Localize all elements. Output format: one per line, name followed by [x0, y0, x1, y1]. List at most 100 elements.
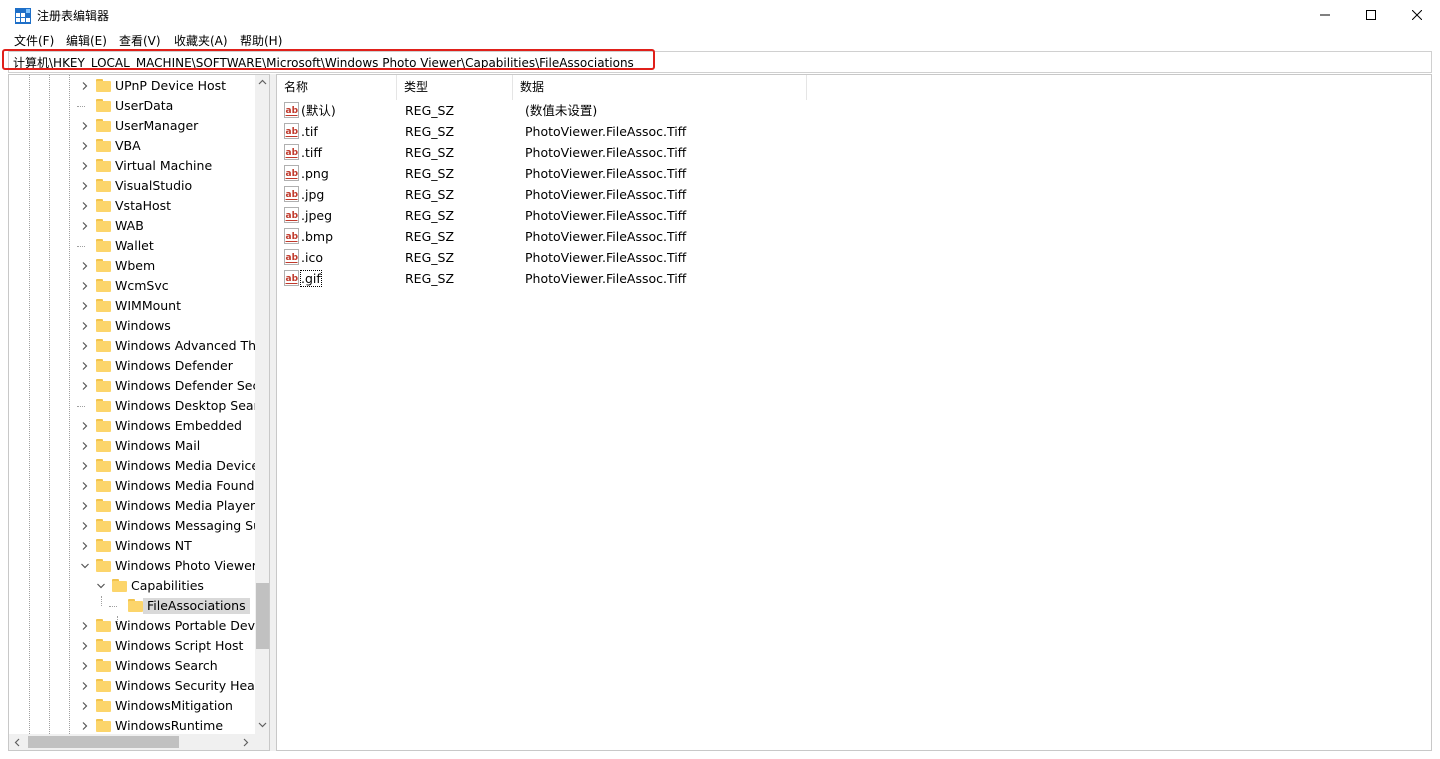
menu-view[interactable]: 查看(V)	[119, 33, 161, 49]
tree-item[interactable]: Windows Embedded	[9, 416, 255, 436]
tree-item-label[interactable]: WindowsMitigation	[115, 698, 233, 714]
tree-item[interactable]: Windows NT	[9, 536, 255, 556]
chevron-right-icon[interactable]	[81, 462, 89, 470]
scroll-up-icon[interactable]	[258, 78, 267, 87]
value-row[interactable]: ab .tif REG_SZ PhotoViewer.FileAssoc.Tiff	[277, 121, 1427, 142]
tree-item-label[interactable]: Windows Script Host	[115, 638, 243, 654]
chevron-right-icon[interactable]	[81, 182, 89, 190]
tree-item-label[interactable]: Windows Advanced Thre	[115, 338, 255, 354]
tree-item-label[interactable]: Windows Defender	[115, 358, 233, 374]
tree-item-label[interactable]: Windows Media Device	[115, 458, 255, 474]
tree-item[interactable]: UPnP Device Host	[9, 76, 255, 96]
chevron-right-icon[interactable]	[81, 622, 89, 630]
menu-edit[interactable]: 编辑(E)	[66, 33, 107, 49]
value-name[interactable]: .jpg	[301, 187, 324, 202]
tree-item-label[interactable]: WcmSvc	[115, 278, 169, 294]
tree-item-label[interactable]: UPnP Device Host	[115, 78, 226, 94]
tree-item[interactable]: Windows Photo Viewer	[9, 556, 255, 576]
scroll-left-icon[interactable]	[13, 738, 22, 747]
value-row[interactable]: ab .ico REG_SZ PhotoViewer.FileAssoc.Tiff	[277, 247, 1427, 268]
tree-item-label[interactable]: WIMMount	[115, 298, 181, 314]
chevron-right-icon[interactable]	[81, 522, 89, 530]
value-row[interactable]: ab .jpg REG_SZ PhotoViewer.FileAssoc.Tiff	[277, 184, 1427, 205]
chevron-right-icon[interactable]	[81, 302, 89, 310]
tree-item-label[interactable]: Windows Media Founda	[115, 478, 255, 494]
chevron-right-icon[interactable]	[81, 702, 89, 710]
column-header-data[interactable]: 数据	[513, 75, 807, 100]
tree-item-label[interactable]: Windows Desktop Searc	[115, 398, 255, 414]
chevron-right-icon[interactable]	[81, 322, 89, 330]
value-row[interactable]: ab .png REG_SZ PhotoViewer.FileAssoc.Tiff	[277, 163, 1427, 184]
tree-item[interactable]: Virtual Machine	[9, 156, 255, 176]
chevron-right-icon[interactable]	[81, 482, 89, 490]
tree-item[interactable]: Windows Script Host	[9, 636, 255, 656]
value-name[interactable]: .bmp	[301, 229, 333, 244]
chevron-right-icon[interactable]	[81, 122, 89, 130]
tree-item[interactable]: WIMMount	[9, 296, 255, 316]
tree-item-label[interactable]: UserManager	[115, 118, 198, 134]
value-row[interactable]: ab .tiff REG_SZ PhotoViewer.FileAssoc.Tiff	[277, 142, 1427, 163]
tree-item[interactable]: WindowsMitigation	[9, 696, 255, 716]
tree-item-label[interactable]: WAB	[115, 218, 144, 234]
key-tree-pane[interactable]: UPnP Device Host UserData UserManager VBA Vi…	[8, 74, 270, 751]
values-list-pane[interactable]: 名称 类型 数据 ab (默认) REG_SZ (数值未设置) ab .tif REG_SZ…	[276, 74, 1432, 751]
value-row[interactable]: ab .gif REG_SZ PhotoViewer.FileAssoc.Tiff	[277, 268, 1427, 289]
chevron-right-icon[interactable]	[81, 442, 89, 450]
tree-item-label[interactable]: Wallet	[115, 238, 154, 254]
tree-item[interactable]: VstaHost	[9, 196, 255, 216]
tree-item[interactable]: Windows Media Player I	[9, 496, 255, 516]
tree-item-label[interactable]: Windows Messaging Su	[115, 518, 255, 534]
tree-item-label[interactable]: Virtual Machine	[115, 158, 212, 174]
tree-item[interactable]: Windows Portable Devic	[9, 616, 255, 636]
chevron-right-icon[interactable]	[81, 542, 89, 550]
value-name[interactable]: .png	[301, 166, 329, 181]
tree-item-label[interactable]: Windows Photo Viewer	[115, 558, 255, 574]
chevron-right-icon[interactable]	[81, 222, 89, 230]
tree-item-label[interactable]: VBA	[115, 138, 141, 154]
chevron-right-icon[interactable]	[81, 282, 89, 290]
chevron-right-icon[interactable]	[81, 342, 89, 350]
value-name[interactable]: (默认)	[301, 103, 336, 118]
tree-item-label[interactable]: Windows Search	[115, 658, 218, 674]
tree-item[interactable]: Windows	[9, 316, 255, 336]
menu-file[interactable]: 文件(F)	[14, 33, 54, 49]
tree-item-label[interactable]: VstaHost	[115, 198, 171, 214]
chevron-right-icon[interactable]	[81, 422, 89, 430]
maximize-button[interactable]	[1348, 0, 1394, 31]
tree-item-label[interactable]: Wbem	[115, 258, 155, 274]
tree-vertical-scroll-thumb[interactable]	[256, 583, 269, 649]
scroll-right-icon[interactable]	[241, 738, 250, 747]
tree-item[interactable]: VisualStudio	[9, 176, 255, 196]
tree-item[interactable]: UserManager	[9, 116, 255, 136]
tree-item-label[interactable]: Windows Mail	[115, 438, 200, 454]
value-row[interactable]: ab (默认) REG_SZ (数值未设置)	[277, 100, 1427, 121]
chevron-right-icon[interactable]	[81, 642, 89, 650]
scroll-down-icon[interactable]	[258, 720, 267, 729]
tree-item-label[interactable]: VisualStudio	[115, 178, 192, 194]
value-name[interactable]: .tiff	[301, 145, 322, 160]
tree-item[interactable]: Windows Defender	[9, 356, 255, 376]
tree-item[interactable]: Windows Messaging Su	[9, 516, 255, 536]
address-path[interactable]: 计算机\HKEY_LOCAL_MACHINE\SOFTWARE\Microsof…	[13, 55, 634, 71]
tree-item[interactable]: WcmSvc	[9, 276, 255, 296]
value-row[interactable]: ab .bmp REG_SZ PhotoViewer.FileAssoc.Tiff	[277, 226, 1427, 247]
chevron-right-icon[interactable]	[81, 262, 89, 270]
tree-item[interactable]: Capabilities	[9, 576, 255, 596]
title-bar[interactable]: 注册表编辑器	[0, 0, 1440, 31]
tree-item[interactable]: Windows Mail	[9, 436, 255, 456]
tree-item[interactable]: Windows Security Health	[9, 676, 255, 696]
chevron-down-icon[interactable]	[97, 582, 105, 590]
tree-item[interactable]: Windows Media Device	[9, 456, 255, 476]
chevron-right-icon[interactable]	[81, 202, 89, 210]
close-button[interactable]	[1394, 0, 1440, 31]
chevron-right-icon[interactable]	[81, 662, 89, 670]
tree-item[interactable]: Windows Media Founda	[9, 476, 255, 496]
tree-vertical-scrollbar[interactable]	[255, 75, 269, 734]
tree-item-label[interactable]: Windows Embedded	[115, 418, 242, 434]
tree-item-label[interactable]: Windows NT	[115, 538, 192, 554]
tree-item-label[interactable]: Windows Security Health	[115, 678, 255, 694]
address-bar[interactable]: 计算机\HKEY_LOCAL_MACHINE\SOFTWARE\Microsof…	[8, 51, 1432, 73]
tree-item-label[interactable]: Windows Portable Devic	[115, 618, 255, 634]
tree-item[interactable]: Windows Desktop Searc	[9, 396, 255, 416]
tree-item[interactable]: Windows Search	[9, 656, 255, 676]
